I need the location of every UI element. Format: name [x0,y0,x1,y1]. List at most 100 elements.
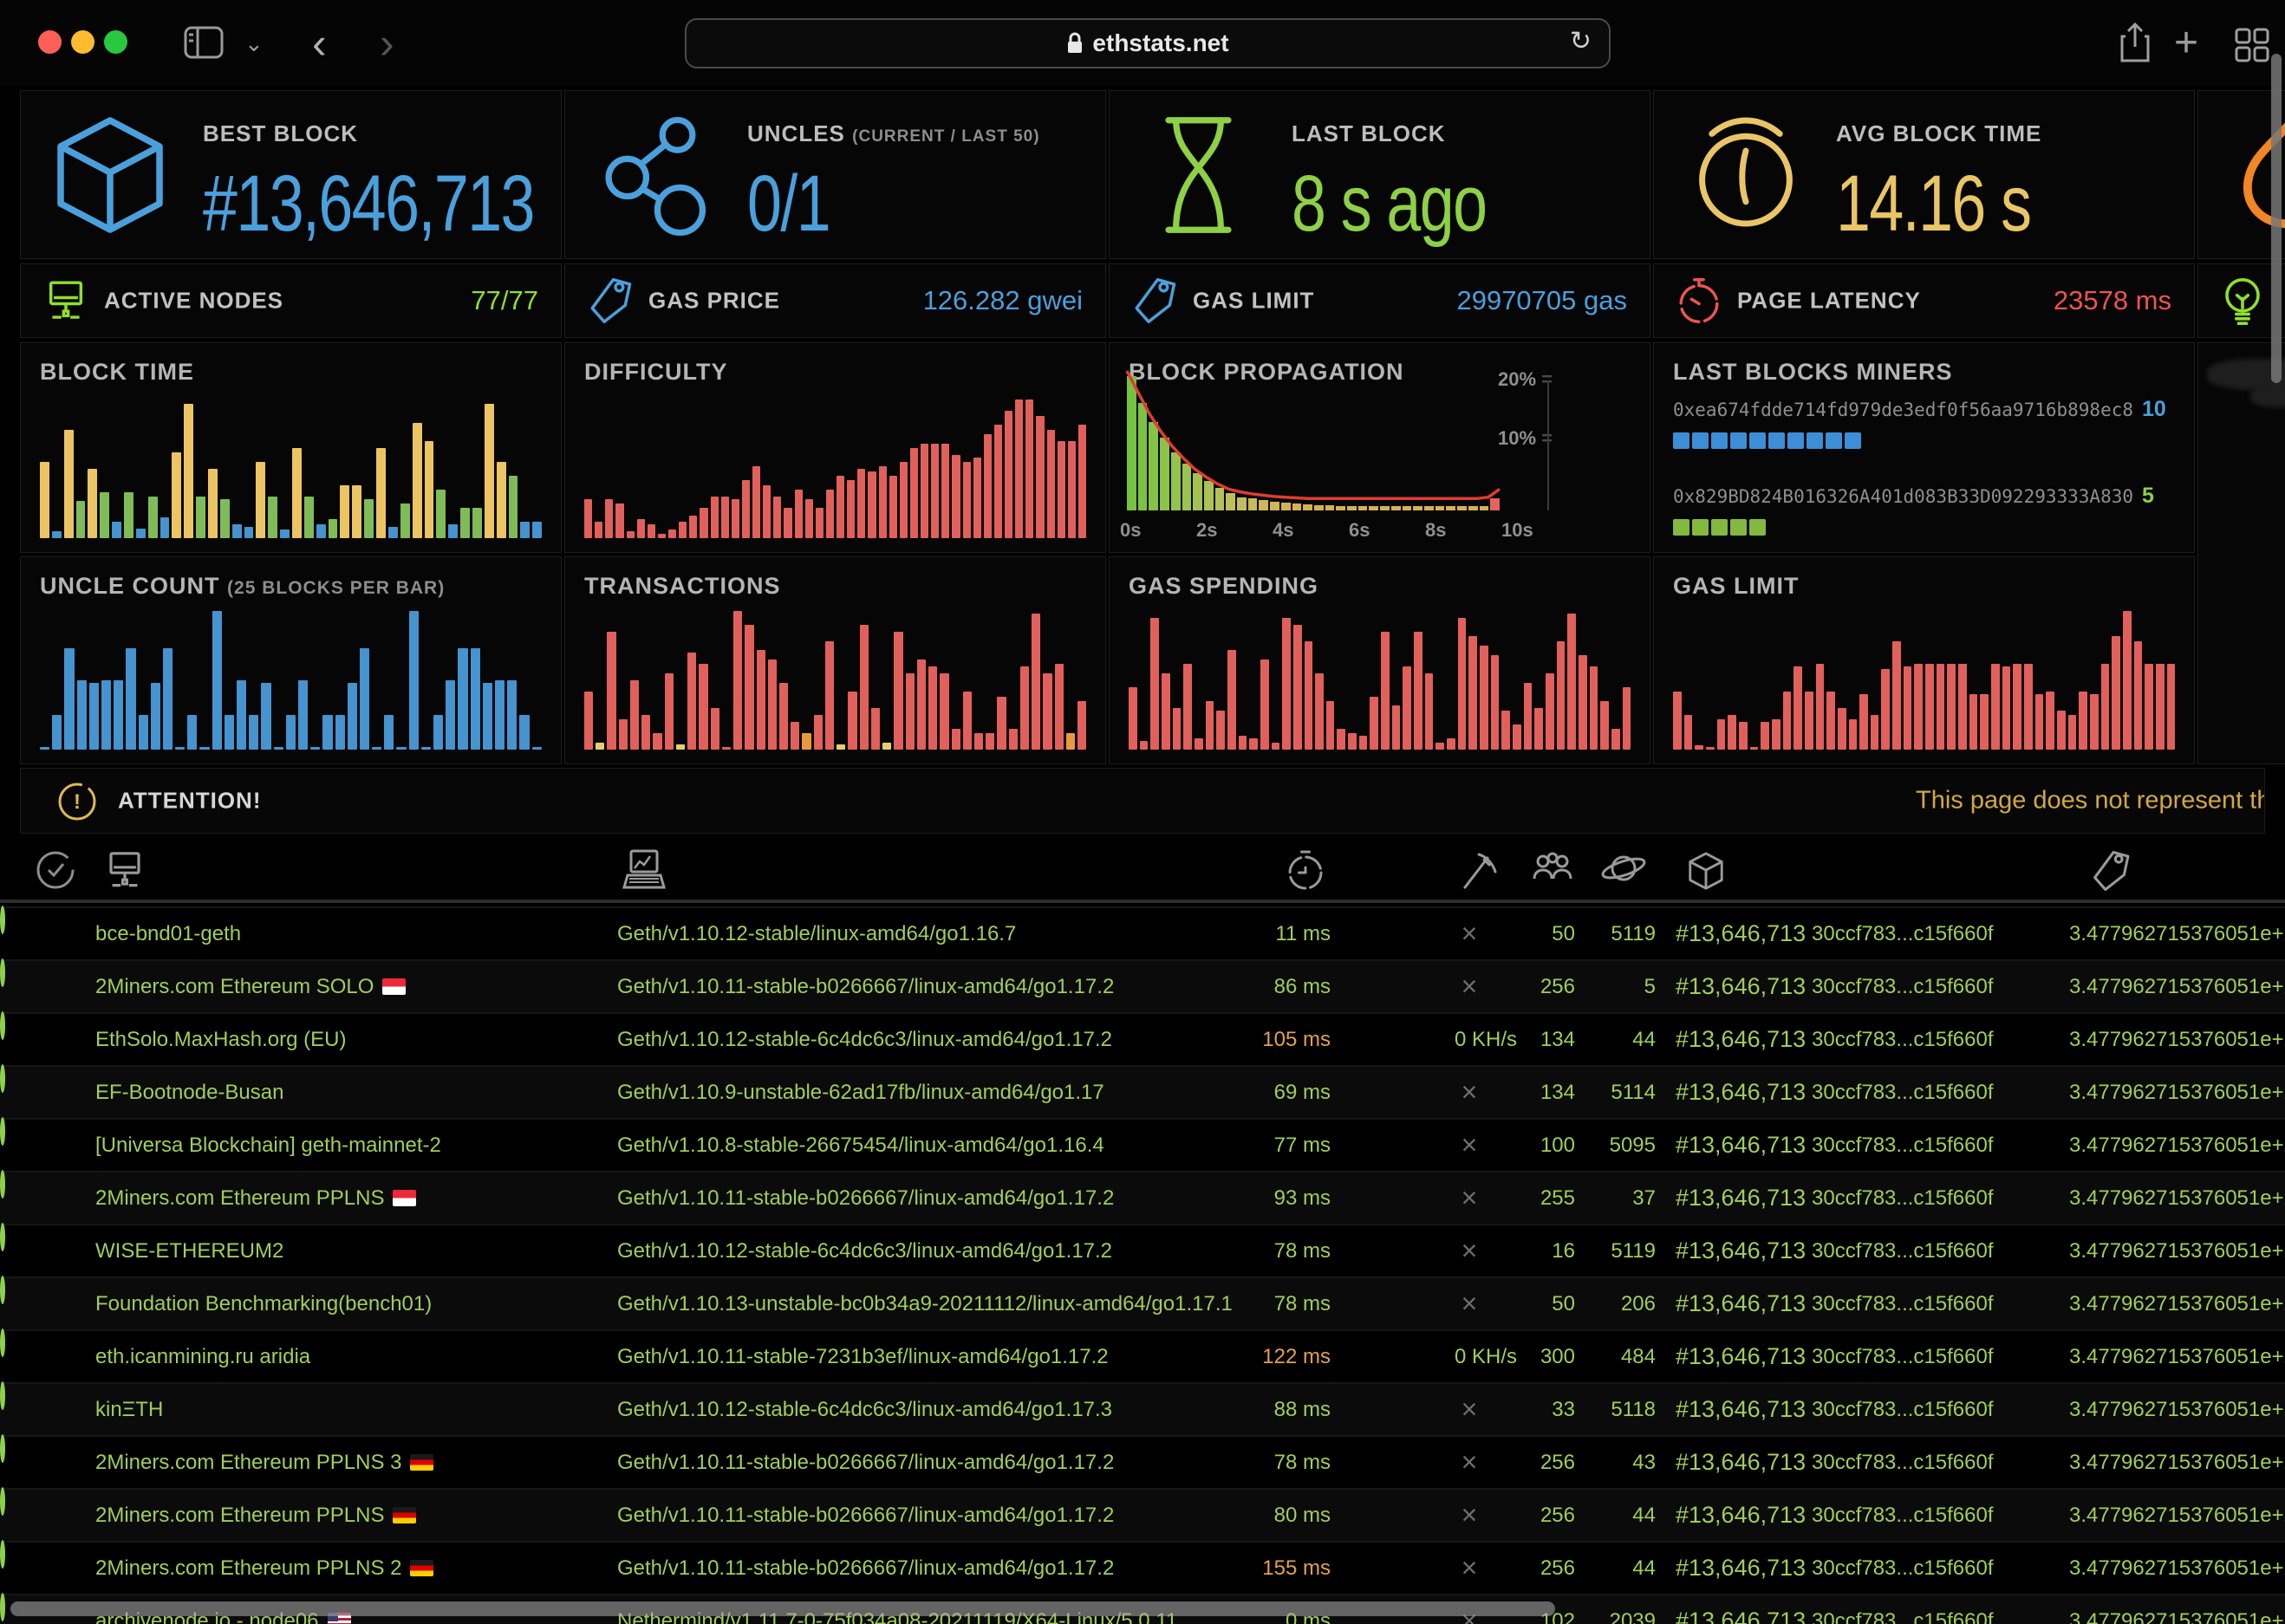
bar [1761,722,1769,750]
block-hash: 30ccf783...c15f660f [1812,1173,1993,1224]
total-difficulty: 3.477962715376051e+2 [2069,1490,2285,1541]
bar [1055,664,1064,750]
bar [1043,673,1051,750]
vertical-scrollbar[interactable] [2271,54,2282,383]
card-sublabel: (CURRENT / LAST 50) [852,127,1039,146]
bar [1925,664,1934,750]
bar [733,611,742,750]
panel-last-blocks-miners: LAST BLOCKS MINERS 0xea674fdde714fd979de… [1653,342,2195,553]
bar [879,466,887,538]
difficulty-column-icon[interactable] [2091,849,2131,893]
chevron-down-icon[interactable]: ⌄ [244,0,264,87]
bar [791,722,799,750]
sidebar-toggle-icon[interactable] [184,26,224,59]
bar [199,747,209,750]
bar [826,490,834,538]
peers-count: 256 [1521,1543,1575,1594]
node-status-icon [0,1117,5,1146]
total-difficulty: 3.477962715376051e+2 [2069,1173,2285,1224]
node-status-icon [0,1064,5,1093]
bar [139,715,148,750]
bar [1783,692,1792,750]
window-close-button[interactable] [38,30,62,54]
total-difficulty: 3.477962715376051e+2 [2069,1278,2285,1329]
bar [1293,625,1302,750]
y-tick-20: 20% = [1498,368,1553,391]
bar [1991,664,2000,750]
best-block-value: #13,646,713 [203,159,534,250]
bar [847,480,855,538]
pin-check-icon[interactable] [35,849,76,891]
bar [372,747,381,750]
bar [384,715,394,750]
bar [1969,694,1978,750]
table-row: 2Miners.com Ethereum PPLNS 3Geth/v1.10.1… [0,1435,2285,1488]
block-hash: 30ccf783...c15f660f [1812,1595,1993,1624]
tab-overview-icon[interactable] [2235,28,2269,62]
hashrate-value: 0 KH/s [1422,1331,1517,1382]
pending-count: 5095 [1579,1120,1656,1171]
bar [112,522,121,538]
bar [711,497,719,538]
stat-gas-limit: GAS LIMIT 29970705 gas [1109,263,1650,338]
address-bar[interactable]: ethstats.net ↻ [685,18,1611,68]
node-status-icon [0,1434,5,1463]
bar [2145,664,2153,750]
bar [1557,641,1566,750]
bar [653,733,661,750]
mining-column-icon[interactable] [1458,849,1498,891]
node-latency: 69 ms [1196,1067,1331,1118]
forward-button[interactable]: › [380,0,394,87]
client-version: Geth/v1.10.11-stable-b0266667/linux-amd6… [617,1543,1114,1594]
bar [630,680,639,750]
client-column-icon[interactable] [622,849,666,891]
node-column-icon[interactable] [104,849,146,891]
reload-icon[interactable]: ↻ [1570,26,1592,56]
gas-limit-bars [1673,611,2175,750]
bar [1036,416,1044,538]
window-minimize-button[interactable] [71,30,94,54]
share-icon[interactable] [2120,23,2150,62]
peers-column-icon[interactable] [1531,849,1574,887]
window-zoom-button[interactable] [104,30,127,54]
bar [1892,641,1901,750]
bar [952,455,960,538]
node-name: eth.icanmining.ru aridia [95,1331,310,1382]
node-status-icon [0,1276,5,1304]
bar [322,715,332,750]
horizontal-scrollbar[interactable] [10,1601,1555,1616]
bar [292,448,302,538]
bar [997,697,1006,750]
bar [88,469,97,538]
bar [1793,666,1802,750]
not-mining-icon: × [1422,961,1517,1012]
bar [619,719,628,750]
back-button[interactable]: ‹ [312,0,327,87]
bar [212,611,222,750]
latency-column-icon[interactable] [1285,849,1326,891]
bar [89,683,99,750]
bar [268,497,277,538]
block-column-icon[interactable] [1685,849,1727,893]
bar [364,499,374,538]
bar [722,747,731,750]
miner-entry: 0x829BD824B016326A401d083B33D092293333A8… [1673,484,2154,536]
block-hash: 30ccf783...c15f660f [1812,1384,1993,1435]
pending-column-icon[interactable] [1600,849,1647,887]
node-name: EthSolo.MaxHash.org (EU) [95,1014,346,1065]
not-mining-icon: × [1422,1120,1517,1171]
bar [196,497,205,538]
new-tab-button[interactable]: + [2174,0,2198,87]
bar [1249,738,1258,750]
node-status-icon [0,1593,5,1621]
total-difficulty: 3.477962715376051e+2 [2069,1014,2285,1065]
last-block-number: #13,646,713 [1676,961,1806,1012]
node-latency: 78 ms [1196,1278,1331,1329]
bar [627,531,635,538]
bar [2035,694,2044,750]
bar [1947,664,1956,750]
miner-address[interactable]: 0x829BD824B016326A401d083B33D092293333A8… [1673,486,2133,507]
bar [825,641,834,750]
bar [882,743,891,750]
miner-address[interactable]: 0xea674fdde714fd979de3edf0f56aa9716b898e… [1673,400,2133,420]
